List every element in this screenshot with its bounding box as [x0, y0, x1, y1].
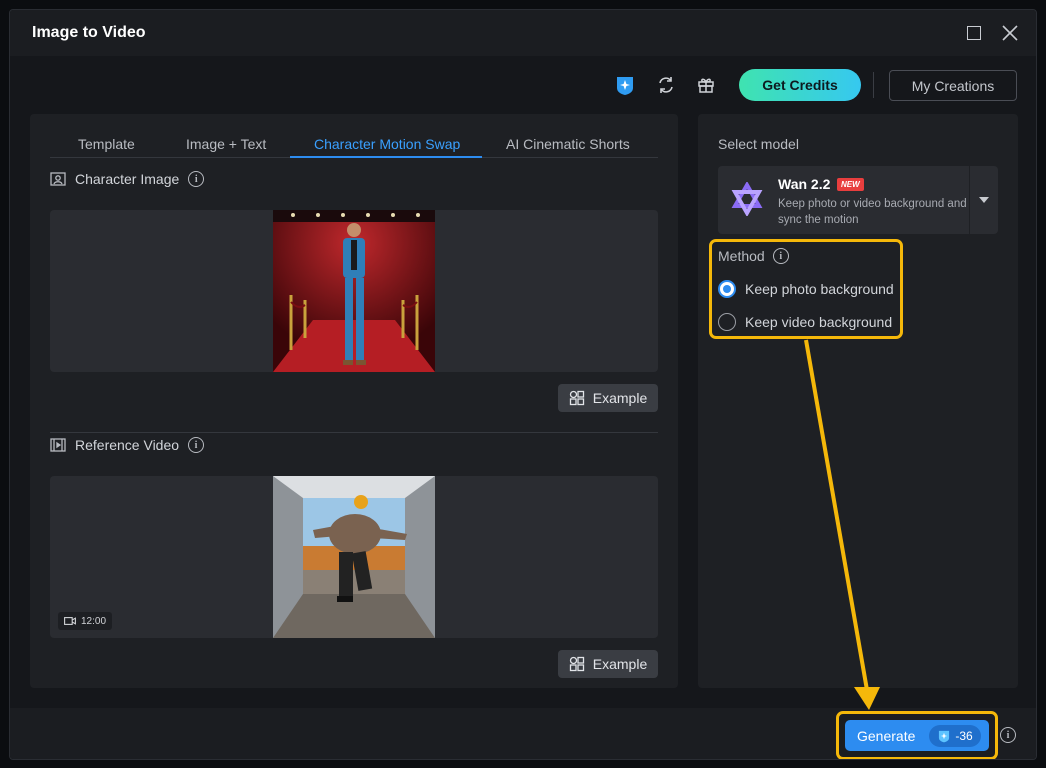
example-label: Example — [592, 390, 648, 406]
input-panel: Template Image + Text Character Motion S… — [30, 114, 678, 688]
settings-panel: Select model Wan 2.2 NEW Keep photo or v… — [698, 114, 1018, 688]
title-bar: Image to Video — [10, 10, 1036, 56]
close-button[interactable] — [1001, 24, 1019, 42]
model-dropdown-toggle[interactable] — [969, 166, 998, 234]
reference-video-header: Reference Video i — [50, 437, 205, 453]
mode-tabs: Template Image + Text Character Motion S… — [50, 130, 658, 158]
get-credits-button[interactable]: Get Credits — [739, 69, 861, 101]
gift-icon[interactable] — [695, 74, 717, 96]
my-creations-button[interactable]: My Creations — [889, 70, 1017, 101]
wan-logo-icon — [731, 182, 763, 216]
reference-example-button[interactable]: Example — [558, 650, 658, 678]
character-example-button[interactable]: Example — [558, 384, 658, 412]
tab-ai-cinematic-shorts[interactable]: AI Cinematic Shorts — [506, 136, 630, 152]
video-camera-icon — [64, 617, 76, 625]
maximize-icon — [967, 26, 981, 40]
tab-image-text[interactable]: Image + Text — [186, 136, 266, 152]
image-to-video-dialog: Image to Video Get Credits My Creations … — [9, 9, 1037, 760]
model-description: Keep photo or video background and sync … — [778, 198, 967, 226]
toolbar-divider — [873, 72, 874, 98]
generate-highlight-box — [836, 711, 998, 759]
video-duration-badge: 12:00 — [58, 612, 113, 630]
film-icon — [50, 437, 66, 453]
video-duration: 12:00 — [81, 615, 107, 627]
refresh-icon[interactable] — [655, 74, 677, 96]
select-model-label: Select model — [718, 136, 799, 152]
chevron-down-icon — [979, 197, 989, 203]
info-icon[interactable]: i — [188, 171, 205, 187]
character-image-thumbnail — [273, 210, 435, 372]
credits-icon[interactable] — [614, 74, 636, 96]
example-icon — [569, 390, 584, 406]
reference-video-label: Reference Video — [75, 437, 180, 453]
tab-template[interactable]: Template — [78, 136, 135, 152]
image-icon — [50, 171, 66, 187]
close-icon — [1002, 25, 1018, 41]
character-image-label: Character Image — [75, 171, 180, 187]
info-icon[interactable]: i — [188, 437, 205, 453]
example-label: Example — [592, 656, 648, 672]
dialog-title: Image to Video — [32, 24, 146, 41]
active-tab-indicator — [290, 156, 482, 158]
reference-video-thumbnail — [273, 476, 435, 638]
section-divider — [50, 432, 658, 433]
character-image-header: Character Image i — [50, 171, 205, 187]
maximize-button[interactable] — [965, 24, 983, 42]
tab-character-motion-swap[interactable]: Character Motion Swap — [314, 136, 460, 152]
info-icon[interactable]: i — [1000, 727, 1016, 743]
method-highlight-box — [709, 239, 903, 339]
reference-video-dropzone[interactable]: 12:00 — [50, 476, 658, 638]
model-selector[interactable]: Wan 2.2 NEW Keep photo or video backgrou… — [718, 166, 998, 234]
example-icon — [569, 656, 584, 672]
new-badge: NEW — [837, 178, 864, 191]
character-image-dropzone[interactable] — [50, 210, 658, 372]
model-name: Wan 2.2 — [778, 176, 831, 192]
